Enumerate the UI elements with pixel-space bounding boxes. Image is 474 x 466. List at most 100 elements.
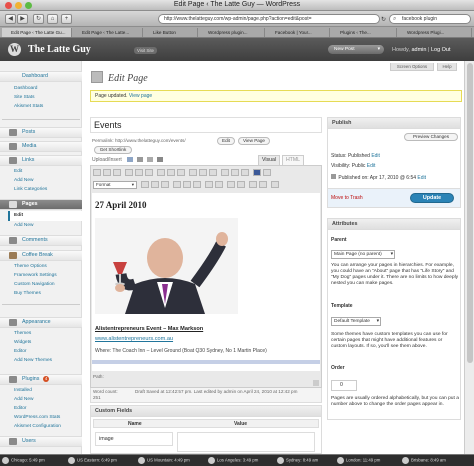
rss-icon[interactable]: ↻ — [381, 16, 386, 23]
editor-content[interactable]: 27 April 2010 Alistentrepreneurs Event –… — [92, 193, 320, 371]
italic-icon[interactable] — [103, 169, 111, 176]
menu-sub-buy-themes[interactable]: Buy Themes — [14, 291, 41, 296]
tab-edit-page-2[interactable]: Edit Page ‹ The Latte... — [73, 28, 143, 37]
template-select[interactable]: Default Template ▾ — [331, 317, 381, 326]
custom-fields-title[interactable]: Custom Fields — [91, 406, 321, 417]
bookmark-icon[interactable]: + — [61, 14, 72, 24]
get-shortlink-button[interactable]: Get Shortlink — [94, 146, 132, 154]
forward-icon[interactable]: ▶ — [17, 14, 28, 24]
strikethrough-icon[interactable] — [113, 169, 121, 176]
content-event-link[interactable]: Alistentrepreneurs Event – Max Markson — [95, 326, 203, 332]
tab-wordpress-plugin[interactable]: Wordpress plugin... — [199, 28, 265, 37]
tab-html[interactable]: HTML — [282, 155, 304, 165]
bullet-list-icon[interactable] — [125, 169, 133, 176]
resize-handle-icon[interactable] — [313, 380, 319, 386]
underline-icon[interactable] — [141, 181, 149, 188]
justify-icon[interactable] — [151, 181, 159, 188]
menu-sub-custom-navigation[interactable]: Custom Navigation — [14, 282, 55, 287]
home-icon[interactable]: ⌂ — [47, 14, 58, 24]
undo-icon[interactable] — [249, 181, 257, 188]
published-edit-link[interactable]: Edit — [417, 175, 426, 181]
menu-sub-pages-add-new[interactable]: Add New — [14, 223, 33, 228]
menu-sub-framework-settings[interactable]: Framework Settings — [14, 273, 57, 278]
menu-sub-add-new-themes[interactable]: Add New Themes — [14, 358, 52, 363]
menu-sub-site-stats[interactable]: Site Stats — [14, 95, 35, 100]
menu-sub-plugins-add-new[interactable]: Add New — [14, 397, 33, 402]
menu-sub-widgets[interactable]: Widgets — [14, 340, 31, 345]
user-link[interactable]: admin — [411, 47, 426, 53]
align-right-icon[interactable] — [177, 169, 185, 176]
fullscreen-icon[interactable] — [231, 169, 239, 176]
redo-icon[interactable] — [259, 181, 267, 188]
align-center-icon[interactable] — [167, 169, 175, 176]
menu-sub-akismet-stats[interactable]: Akismet Stats — [14, 104, 43, 109]
new-post-button[interactable]: New Post ▾ — [328, 45, 384, 54]
help-button[interactable]: Help — [437, 63, 457, 71]
outdent-icon[interactable] — [227, 181, 235, 188]
menu-sub-link-categories[interactable]: Link Categories — [14, 187, 47, 192]
order-input[interactable]: 0 — [331, 380, 357, 391]
preview-changes-button[interactable]: Preview Changes — [404, 133, 458, 141]
content-url-link[interactable]: www.alistentrepreneurs.com.au — [95, 336, 173, 342]
kitchen-sink-icon[interactable] — [241, 169, 249, 176]
remove-format-icon[interactable] — [193, 181, 201, 188]
permalink-url[interactable]: http://www.thelatteguy.com/events/ — [115, 138, 186, 143]
menu-sub-akismet-config[interactable]: Akismet Configuration — [14, 424, 61, 429]
update-button[interactable]: Update — [410, 193, 454, 203]
help-icon[interactable] — [271, 181, 279, 188]
link-icon[interactable] — [189, 169, 197, 176]
page-scrollbar[interactable] — [464, 61, 474, 454]
menu-sub-wpcom-stats[interactable]: WordPress.com Stats — [14, 415, 60, 420]
add-media-icon[interactable] — [157, 157, 163, 162]
more-tag-icon[interactable] — [209, 169, 217, 176]
post-title-input[interactable]: Events — [90, 117, 322, 133]
menu-sub-links-add-new[interactable]: Add New — [14, 178, 33, 183]
menu-sub-theme-options[interactable]: Theme Options — [14, 264, 47, 269]
tab-facebook[interactable]: Facebook | Your... — [266, 28, 330, 37]
embed-media-icon[interactable] — [205, 181, 213, 188]
menu-sub-pages-edit[interactable]: Edit — [14, 213, 23, 218]
text-color-icon[interactable] — [161, 181, 169, 188]
unlink-icon[interactable] — [199, 169, 207, 176]
permalink-edit-button[interactable]: Edit — [217, 137, 235, 145]
custom-field-name-input[interactable]: image — [95, 432, 173, 446]
editor-hscroll[interactable] — [92, 360, 320, 364]
add-video-icon[interactable] — [137, 157, 143, 162]
spellcheck-icon[interactable] — [221, 169, 229, 176]
align-left-icon[interactable] — [157, 169, 165, 176]
tab-like-button[interactable]: Like Button — [144, 28, 198, 37]
special-char-icon[interactable] — [215, 181, 223, 188]
menu-sub-themes[interactable]: Themes — [14, 331, 31, 336]
tab-plugins[interactable]: Plugins ‹ The... — [331, 28, 397, 37]
search-field[interactable]: ⌕ facebook plugin — [389, 14, 471, 24]
paste-word-icon[interactable] — [183, 181, 191, 188]
scroll-thumb[interactable] — [467, 63, 473, 363]
tab-edit-page-1[interactable]: Edit Page ‹ The Latte Gu... — [2, 28, 72, 37]
reload-icon[interactable]: ↻ — [33, 14, 44, 24]
add-image-icon[interactable] — [127, 157, 133, 162]
screen-options-button[interactable]: Screen Options — [390, 63, 434, 71]
numbered-list-icon[interactable] — [135, 169, 143, 176]
paste-text-icon[interactable] — [173, 181, 181, 188]
status-edit-link[interactable]: Edit — [371, 153, 380, 159]
parent-select[interactable]: Main Page (no parent) ▾ — [331, 250, 395, 259]
logout-link[interactable]: Log Out — [431, 47, 451, 53]
bold-icon[interactable] — [93, 169, 101, 176]
site-name[interactable]: The Latte Guy — [28, 44, 91, 55]
tab-visual[interactable]: Visual — [258, 155, 280, 165]
menu-sub-plugins-editor[interactable]: Editor — [14, 406, 27, 411]
attributes-title[interactable]: Attributes — [328, 219, 460, 230]
menu-sub-editor[interactable]: Editor — [14, 349, 27, 354]
publish-title[interactable]: Publish — [328, 118, 460, 129]
menu-sub-links-edit[interactable]: Edit — [14, 169, 22, 174]
add-audio-icon[interactable] — [147, 157, 153, 162]
address-bar[interactable]: http://www.thelatteguy.com/wp-admin/page… — [158, 14, 380, 24]
tab-wordpress-plugins-2[interactable]: Wordpress Plugi... — [398, 28, 472, 37]
blockquote-icon[interactable] — [145, 169, 153, 176]
facebook-icon[interactable] — [253, 169, 261, 176]
menu-sub-installed[interactable]: Installed — [14, 388, 32, 393]
visit-site-button[interactable]: Visit Site — [134, 47, 158, 54]
view-page-link[interactable]: View page — [129, 93, 152, 99]
view-page-button[interactable]: View Page — [238, 137, 270, 145]
extra-icon[interactable] — [263, 169, 271, 176]
